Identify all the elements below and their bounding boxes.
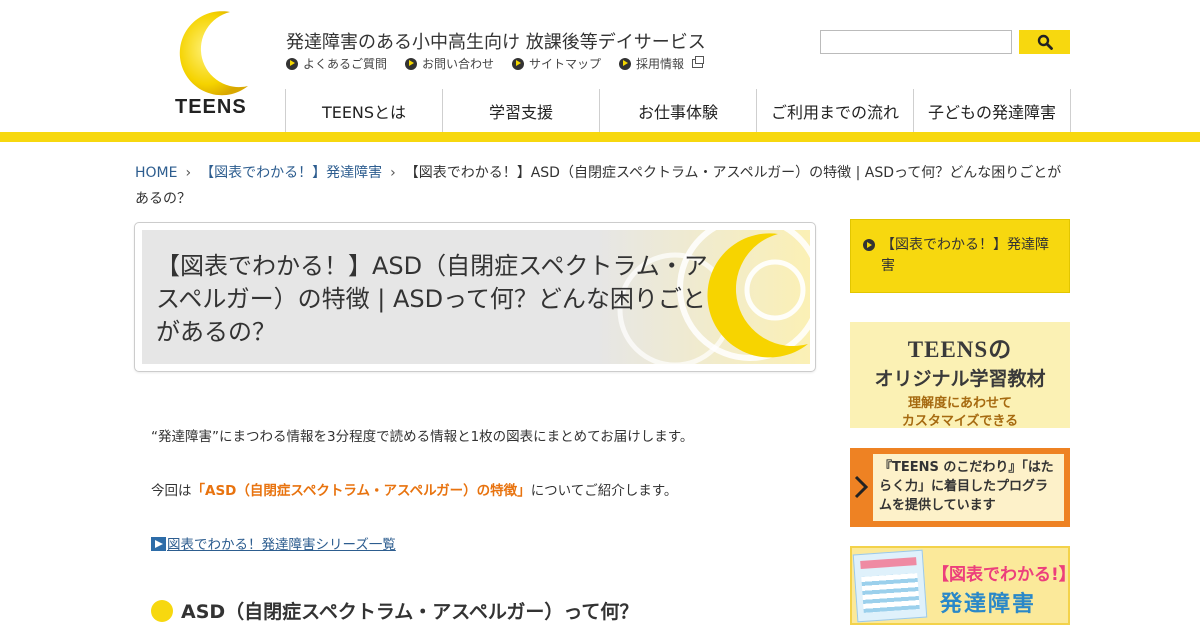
search-button[interactable] [1019,30,1070,54]
nav-item-usage-flow[interactable]: ご利用までの流れ [757,89,914,132]
utility-links: よくあるご質問 お問い合わせ サイトマップ 採用情報 [286,55,705,72]
breadcrumb-home[interactable]: HOME [135,165,177,181]
logo-wordmark: TEENS [175,96,247,118]
faq-link[interactable]: よくあるご質問 [286,55,387,72]
series-list-link[interactable]: 図表でわかる！発達障害シリーズ一覧 [151,533,396,553]
material-banner-line3a: 理解度にあわせて [907,396,1012,411]
arrow-bullet-icon [863,239,875,251]
site-tagline: 発達障害のある小中高生向け 放課後等デイサービス [286,32,706,53]
arrow-bullet-icon [619,57,632,70]
yellow-dot-icon [151,599,173,622]
arrow-bullet-icon [512,57,525,70]
material-banner-line3b: カスタマイズできる [901,414,1019,429]
program-banner[interactable]: 『TEENS のこだわり』「はたらく力」に着目したプログラムを提供しています [850,448,1070,527]
site-header: TEENS 発達障害のある小中高生向け 放課後等デイサービス よくあるご質問 お… [0,0,1200,142]
nav-item-work-experience[interactable]: お仕事体験 [600,89,757,132]
section-heading-text: ASD（自閉症スペクトラム・アスペルガー）って何？ [181,601,639,623]
article-title-card: 【図表でわかる！】ASD（自閉症スペクトラム・アスペルガー）の特徴 | ASDっ… [134,222,816,372]
sitemap-link-label: サイトマップ [529,57,602,71]
topic-prefix: 今回は [151,483,192,499]
infographic-thumbnail-icon [852,549,928,623]
original-material-banner[interactable]: TEENSの オリジナル学習教材 理解度にあわせて カスタマイズできる [850,322,1070,431]
arrow-bullet-icon [405,57,418,70]
nav-item-about[interactable]: TEENSとは [286,89,443,132]
contact-link-label: お問い合わせ [422,57,495,71]
crescent-moon-icon [179,11,248,96]
material-banner-line3: 理解度にあわせて カスタマイズできる [850,395,1070,431]
title-panel: 【図表でわかる！】ASD（自閉症スペクトラム・アスペルガー）の特徴 | ASDっ… [142,230,810,364]
page-title: 【図表でわかる！】ASD（自閉症スペクトラム・アスペルガー）の特徴 | ASDっ… [156,252,708,346]
contact-link[interactable]: お問い合わせ [405,55,494,72]
breadcrumb: HOME › 【図表でわかる！】発達障害 › 【図表でわかる！】ASD（自閉症スペクトラ… [135,160,1070,212]
material-banner-line1: TEENSの [907,337,1013,362]
search-input[interactable] [820,30,1012,54]
topic-line: 今回は「ASD（自閉症スペクトラム・アスペルガー）の特徴」についてご紹介します。 [151,479,677,499]
arrow-bullet-icon [286,57,298,70]
section-heading: ASD（自閉症スペクトラム・アスペルガー）って何？ [151,597,638,624]
external-window-icon [692,56,705,68]
chevron-right-icon: › [390,165,396,181]
series-banner-line2: 発達障害 [940,592,1037,617]
header-accent-bar [0,132,1200,142]
faq-link-label: よくあるご質問 [303,57,388,71]
nav-item-child-development[interactable]: 子どもの発達障害 [914,89,1071,132]
sitemap-link[interactable]: サイトマップ [512,55,601,72]
play-icon [151,537,166,551]
program-banner-text: 『TEENS のこだわり』「はたらく力」に着目したプログラムを提供しています [873,454,1064,521]
intro-text: “発達障害”にまつわる情報を3分程度で読める情報と1枚の図表にまとめてお届けしま… [151,429,694,445]
recruit-link-label: 採用情報 [636,57,685,71]
chevron-right-icon [854,475,868,499]
sidebar-category-label: 【図表でわかる！】発達障害 [881,237,1049,274]
material-banner-line2: オリジナル学習教材 [874,368,1046,390]
series-banner[interactable]: 【図表でわかる!】 発達障害 [850,546,1070,625]
nav-item-learning-support[interactable]: 学習支援 [443,89,600,132]
topic-suffix: についてご紹介します。 [530,483,678,499]
sidebar-category-link[interactable]: 【図表でわかる！】発達障害 [850,219,1070,293]
search-icon [1037,34,1053,50]
chevron-right-icon: › [185,165,192,181]
series-banner-line1: 【図表でわかる!】 [932,565,1070,585]
recruit-link[interactable]: 採用情報 [619,55,705,72]
breadcrumb-category[interactable]: 【図表でわかる！】発達障害 [200,165,382,181]
global-nav: TEENSとは 学習支援 お仕事体験 ご利用までの流れ 子どもの発達障害 [285,89,1071,132]
topic-highlight: 「ASD（自閉症スペクトラム・アスペルガー）の特徴」 [191,483,531,499]
series-list-link-label: 図表でわかる！発達障害シリーズ一覧 [167,537,396,553]
